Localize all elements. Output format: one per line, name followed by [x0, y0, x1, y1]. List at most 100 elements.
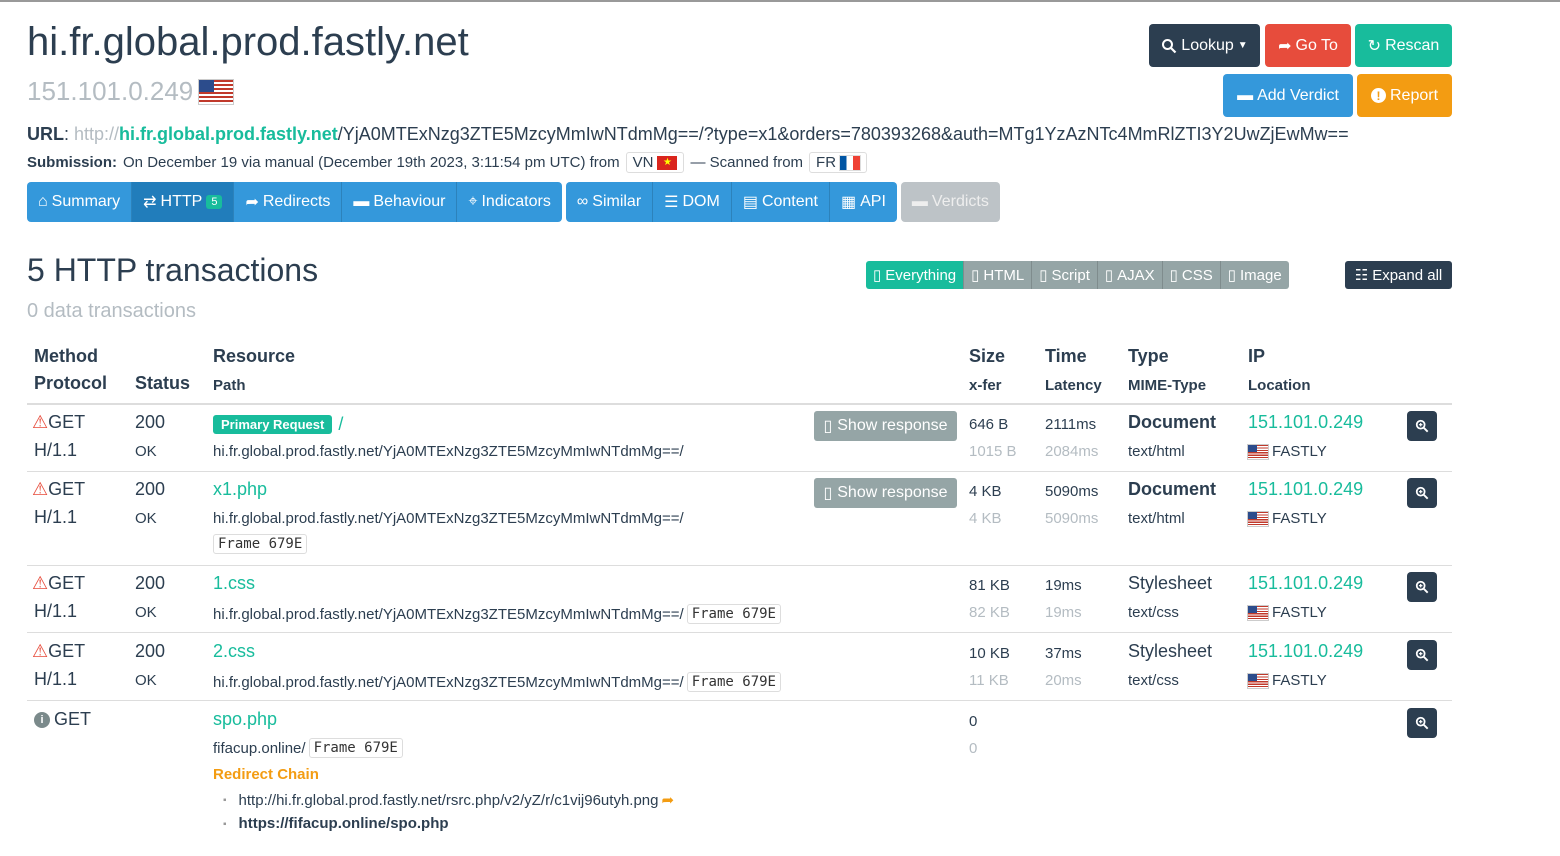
file-icon: ▯	[1227, 267, 1237, 284]
ip-link[interactable]: 151.101.0.249	[1248, 412, 1363, 433]
exchange-icon: ⇄	[143, 194, 157, 211]
ip-link[interactable]: 151.101.0.249	[1248, 641, 1363, 662]
filter-everything[interactable]: ▯ Everything	[866, 261, 965, 289]
file-icon: ▯	[823, 485, 833, 502]
zoom-in-icon	[1415, 419, 1429, 433]
resource-link[interactable]: spo.php	[213, 709, 277, 730]
tab-content[interactable]: ▤ Content	[731, 182, 830, 222]
expand-all-button[interactable]: ☷ Expand all	[1345, 261, 1452, 289]
zoom-button[interactable]	[1407, 478, 1437, 508]
frame-tag: Frame 679E	[213, 534, 308, 554]
tab-bar: ⌂ Summary ⇄ HTTP 5 ➦ Redirects ▬ Behaviour ⌖ I…	[27, 182, 1004, 222]
top-border	[0, 0, 1560, 2]
caret-down-icon: ▼	[1237, 40, 1248, 51]
tab-indicators[interactable]: ⌖ Indicators	[457, 182, 562, 222]
report-label: Report	[1389, 86, 1439, 104]
share-arrow-icon: ➦	[1278, 37, 1292, 55]
filter-html-label: HTML	[983, 266, 1025, 284]
rescan-button[interactable]: ↻ Rescan	[1355, 24, 1452, 67]
report-button[interactable]: ! Report	[1357, 74, 1452, 117]
file-icon: ▯	[1104, 267, 1114, 284]
redirect-url[interactable]: http://hi.fr.global.prod.fastly.net/rsrc…	[239, 792, 659, 809]
location: FASTLY	[1272, 604, 1327, 621]
ip-link[interactable]: 151.101.0.249	[1248, 479, 1363, 500]
info-icon: i	[34, 711, 50, 728]
warning-icon: ⚠	[32, 412, 49, 432]
protocol: H/1.1	[34, 601, 78, 621]
tab-behaviour[interactable]: ▬ Behaviour	[342, 182, 458, 222]
zoom-in-icon	[1415, 580, 1429, 594]
zoom-button[interactable]	[1407, 411, 1437, 441]
lookup-button[interactable]: Lookup ▼	[1149, 24, 1260, 67]
file-icon: ▯	[823, 418, 833, 435]
resource-link[interactable]: x1.php	[213, 479, 267, 500]
show-response-button[interactable]: ▯ Show response	[814, 411, 957, 441]
filter-everything-label: Everything	[885, 266, 957, 284]
xfer: 4 KB	[969, 510, 1002, 527]
tab-api[interactable]: ▦ API	[830, 182, 897, 222]
location: FASTLY	[1272, 510, 1327, 527]
filter-html[interactable]: ▯ HTML	[964, 261, 1033, 289]
goto-button[interactable]: ➦ Go To	[1265, 24, 1351, 67]
ip-line: 151.101.0.249	[27, 76, 234, 107]
url-host[interactable]: hi.fr.global.prod.fastly.net	[119, 124, 338, 144]
vn-flag-icon: ★	[657, 155, 678, 170]
us-flag-icon	[1248, 605, 1268, 620]
tab-group-verdicts: ▬ Verdicts	[900, 182, 1000, 222]
resource-link[interactable]: 1.css	[213, 573, 255, 594]
zoom-button[interactable]	[1407, 640, 1437, 670]
filter-image[interactable]: ▯ Image	[1220, 261, 1289, 289]
url-scheme: http://	[74, 124, 120, 144]
redirect-url[interactable]: https://fifacup.online/spo.php	[239, 815, 449, 832]
tab-group-main: ⌂ Summary ⇄ HTTP 5 ➦ Redirects ▬ Behaviour ⌖ I…	[27, 182, 562, 222]
tab-summary[interactable]: ⌂ Summary	[27, 182, 133, 222]
link-icon: ∞	[576, 193, 589, 210]
status-text: OK	[135, 672, 157, 689]
tab-similar[interactable]: ∞ Similar	[565, 182, 654, 222]
resource-link[interactable]: 2.css	[213, 641, 255, 662]
status-text: OK	[135, 510, 157, 527]
time: 37ms	[1045, 645, 1082, 662]
status-code: 200	[135, 573, 166, 593]
filter-ajax-label: AJAX	[1117, 266, 1155, 284]
resource-link[interactable]: /	[338, 414, 343, 435]
url-label: URL	[27, 124, 64, 144]
warning-icon: ⚠	[32, 573, 49, 593]
table-row: ⚠GET H/1.1 200 OK Primary Request / hi.f…	[27, 405, 1452, 471]
th-method: Method	[34, 346, 98, 366]
th-mime: MIME-Type	[1128, 377, 1207, 394]
tab-content-label: Content	[761, 193, 818, 210]
method: GET	[48, 479, 86, 499]
expand-all-label: Expand all	[1372, 266, 1443, 284]
time: 5090ms	[1045, 483, 1099, 500]
mime-type: text/html	[1128, 510, 1185, 527]
filter-script[interactable]: ▯ Script	[1032, 261, 1098, 289]
th-protocol: Protocol	[34, 373, 108, 393]
frame-tag: Frame 679E	[686, 672, 781, 692]
section-subtitle: 0 data transactions	[27, 300, 196, 322]
filter-css[interactable]: ▯ CSS	[1162, 261, 1221, 289]
add-verdict-button[interactable]: ▬ Add Verdict	[1223, 74, 1353, 117]
filter-ajax[interactable]: ▯ AJAX	[1097, 261, 1163, 289]
us-flag-icon	[1248, 673, 1268, 688]
indent-icon: ☷	[1354, 267, 1369, 284]
refresh-icon: ↻	[1367, 37, 1382, 55]
show-response-button[interactable]: ▯ Show response	[814, 478, 957, 508]
tab-verdicts[interactable]: ▬ Verdicts	[900, 182, 1000, 222]
zoom-in-icon	[1415, 716, 1429, 730]
tab-http[interactable]: ⇄ HTTP 5	[132, 182, 235, 222]
th-latency: Latency	[1045, 377, 1102, 394]
zoom-button[interactable]	[1407, 708, 1437, 738]
scanned-text: — Scanned from	[690, 154, 804, 171]
tab-dom[interactable]: ☰ DOM	[653, 182, 732, 222]
zoom-button[interactable]	[1407, 572, 1437, 602]
table-row: ⚠GET H/1.1 200 OK 1.css hi.fr.global.pro…	[27, 566, 1452, 632]
size: 81 KB	[969, 577, 1010, 594]
page-title: hi.fr.global.prod.fastly.net	[27, 20, 469, 64]
xfer: 11 KB	[969, 672, 1009, 689]
mime-type: text/css	[1128, 604, 1179, 621]
goto-label: Go To	[1295, 36, 1338, 54]
tab-redirects-label: Redirects	[262, 193, 331, 210]
ip-link[interactable]: 151.101.0.249	[1248, 573, 1363, 594]
tab-redirects[interactable]: ➦ Redirects	[234, 182, 343, 222]
